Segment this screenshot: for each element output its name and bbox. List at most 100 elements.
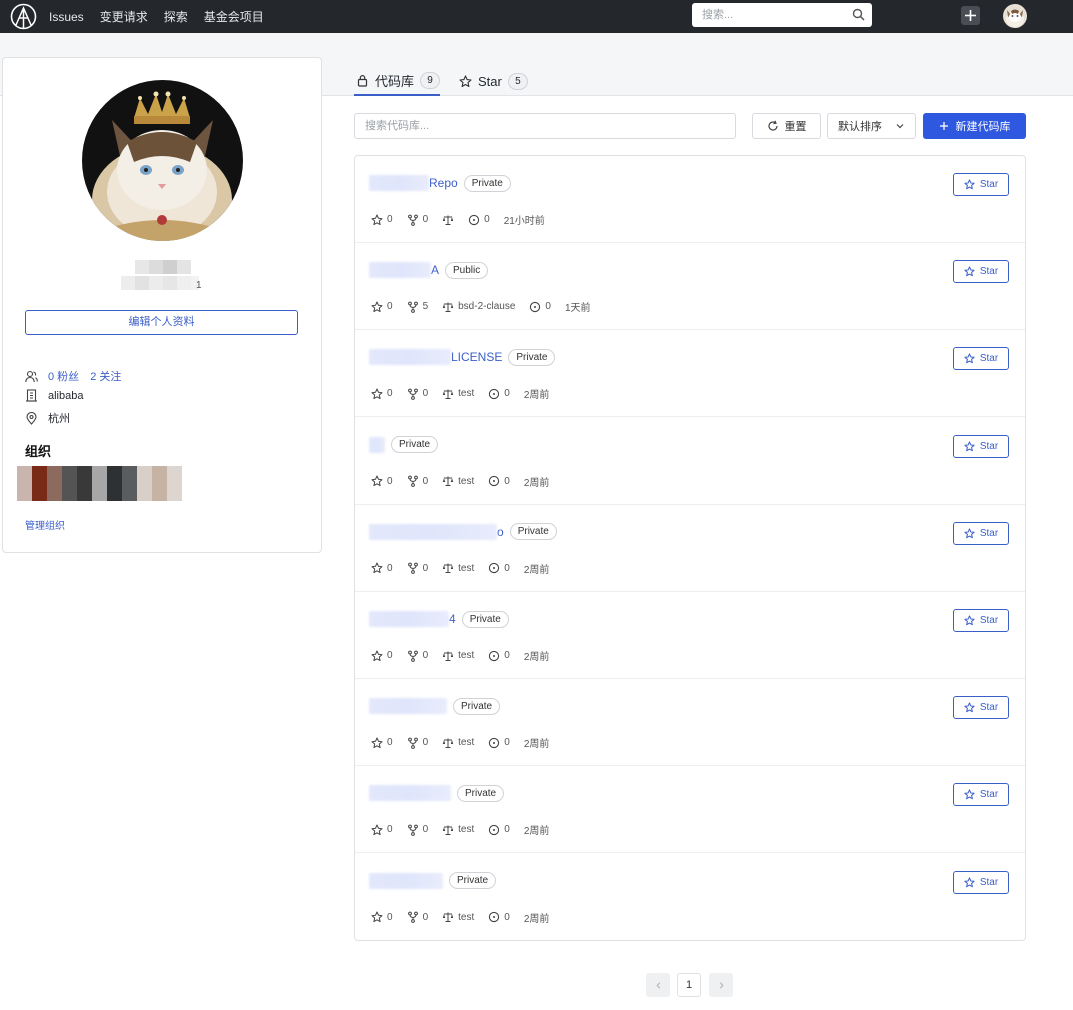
star-icon bbox=[371, 737, 383, 748]
repo-name-blurred bbox=[369, 349, 451, 366]
repo-updated: 2周前 bbox=[523, 390, 550, 402]
refresh-icon bbox=[767, 120, 778, 131]
manage-organizations-link[interactable]: 管理组织 bbox=[25, 517, 65, 532]
fork-icon bbox=[407, 824, 418, 836]
star-repo-button[interactable]: Star bbox=[953, 260, 1009, 284]
followers-link[interactable]: 0 粉丝 bbox=[48, 371, 79, 383]
repo-name-blurred bbox=[369, 523, 497, 540]
repo-name-link[interactable]: 4 Private bbox=[369, 610, 509, 628]
repo-item: A Public Star 0 5 bsd-2-clause 0 1天前 bbox=[355, 243, 1025, 331]
repo-meta: 0 0 0 21小时前 bbox=[371, 212, 559, 227]
edit-profile-button[interactable]: 编辑个人资料 bbox=[25, 310, 298, 335]
site-logo-icon[interactable] bbox=[10, 3, 37, 30]
license-scale-icon bbox=[442, 651, 454, 661]
repo-updated: 2周前 bbox=[523, 477, 550, 489]
repo-name-visible: o bbox=[497, 524, 504, 539]
star-icon bbox=[371, 562, 383, 574]
star-repo-button[interactable]: Star bbox=[953, 783, 1009, 807]
repo-name-link[interactable]: Private bbox=[369, 872, 497, 890]
pagination-next-button[interactable] bbox=[709, 973, 733, 997]
forks-count: 0 bbox=[422, 214, 429, 225]
star-icon bbox=[371, 911, 383, 923]
star-icon bbox=[371, 824, 383, 835]
reset-button[interactable]: 重置 bbox=[752, 113, 821, 139]
star-repo-button[interactable]: Star bbox=[953, 173, 1009, 196]
issue-icon bbox=[489, 388, 500, 400]
issue-icon bbox=[489, 650, 500, 661]
stars-count: 0 bbox=[387, 911, 393, 923]
org-avatar[interactable] bbox=[77, 466, 92, 501]
star-repo-button[interactable]: Star bbox=[953, 434, 1009, 458]
org-avatar[interactable] bbox=[137, 466, 152, 501]
repo-updated: 2周前 bbox=[523, 739, 550, 751]
repo-item: 4 Private Star 0 0 test 0 2周前 bbox=[355, 592, 1025, 679]
repo-name-link[interactable]: Private bbox=[369, 436, 439, 454]
stars-count: 0 bbox=[387, 562, 393, 574]
user-avatar-menu[interactable] bbox=[1003, 4, 1027, 28]
repo-license-block: test bbox=[442, 737, 474, 749]
tab-label: 代码库 bbox=[375, 73, 415, 89]
repo-name-link[interactable]: Repo Private bbox=[369, 174, 511, 192]
nav-link-explore[interactable]: 探索 bbox=[164, 8, 188, 25]
repo-item: Private Star 0 0 test 0 2周前 bbox=[355, 854, 1025, 941]
org-avatar[interactable] bbox=[17, 466, 32, 501]
stars-count: 0 bbox=[387, 650, 393, 661]
issue-icon bbox=[489, 824, 500, 836]
org-avatar[interactable] bbox=[32, 466, 47, 501]
repo-updated: 21小时前 bbox=[503, 216, 545, 227]
nav-link-pull-requests[interactable]: 变更请求 bbox=[100, 8, 148, 25]
repo-name-link[interactable]: A Public bbox=[369, 261, 489, 279]
org-avatar[interactable] bbox=[152, 466, 167, 501]
visibility-badge: Private bbox=[449, 872, 497, 890]
star-repo-button[interactable]: Star bbox=[953, 347, 1009, 371]
forks-count: 0 bbox=[422, 562, 429, 574]
license-scale-icon bbox=[442, 563, 454, 574]
forks-count: 0 bbox=[422, 911, 429, 923]
repo-license: test bbox=[458, 911, 475, 923]
lock-icon bbox=[357, 74, 368, 87]
issues-count: 0 bbox=[504, 388, 510, 400]
repo-forks: 0 bbox=[407, 737, 428, 749]
repo-name-link[interactable]: Private bbox=[369, 784, 505, 802]
follow-row: 0 粉丝 2 关注 bbox=[25, 368, 129, 384]
star-repo-button[interactable]: Star bbox=[953, 521, 1009, 545]
visibility-badge: Private bbox=[457, 784, 505, 802]
org-avatar[interactable] bbox=[92, 466, 107, 501]
repo-name-link[interactable]: LICENSE Private bbox=[369, 348, 556, 366]
repo-name-link[interactable]: o Private bbox=[369, 523, 557, 541]
repo-stars: 0 bbox=[371, 475, 393, 487]
star-repo-button[interactable]: Star bbox=[953, 609, 1009, 632]
repo-license: test bbox=[458, 737, 475, 749]
repo-name-visible: A bbox=[431, 263, 440, 278]
org-avatar[interactable] bbox=[107, 466, 122, 501]
profile-avatar bbox=[82, 80, 243, 241]
org-avatar[interactable] bbox=[47, 466, 62, 501]
star-repo-button[interactable]: Star bbox=[953, 696, 1009, 720]
star-repo-button[interactable]: Star bbox=[953, 870, 1009, 894]
new-repo-label: 新建代码库 bbox=[955, 121, 1011, 133]
nav-link-issues[interactable]: Issues bbox=[49, 10, 84, 24]
nav-link-foundation-projects[interactable]: 基金会项目 bbox=[204, 8, 264, 25]
people-icon bbox=[25, 370, 38, 382]
repo-name-link[interactable]: Private bbox=[369, 697, 501, 715]
pagination-prev-button[interactable] bbox=[646, 973, 670, 997]
create-new-button[interactable] bbox=[961, 6, 980, 25]
fork-icon bbox=[407, 475, 418, 487]
global-search-input[interactable] bbox=[692, 3, 842, 27]
new-repo-button[interactable]: 新建代码库 bbox=[923, 113, 1026, 139]
pagination-page-1[interactable]: 1 bbox=[677, 973, 701, 997]
org-avatar[interactable] bbox=[122, 466, 137, 501]
repo-item: Private Star 0 0 test 0 2周前 bbox=[355, 679, 1025, 767]
org-avatar[interactable] bbox=[62, 466, 77, 501]
search-icon[interactable] bbox=[852, 8, 865, 21]
stars-count: 0 bbox=[387, 388, 393, 400]
repo-issues: 0 bbox=[488, 650, 510, 662]
repo-search-input[interactable] bbox=[354, 113, 736, 139]
following-link[interactable]: 2 关注 bbox=[90, 371, 121, 383]
tab-repositories[interactable]: 代码库 9 bbox=[354, 66, 440, 96]
sort-select[interactable]: 默认排序 bbox=[827, 113, 916, 139]
star-button-label: Star bbox=[979, 353, 999, 365]
star-button-label: Star bbox=[979, 179, 999, 190]
tab-stars[interactable]: Star 5 bbox=[459, 66, 528, 96]
org-avatar[interactable] bbox=[167, 466, 182, 501]
